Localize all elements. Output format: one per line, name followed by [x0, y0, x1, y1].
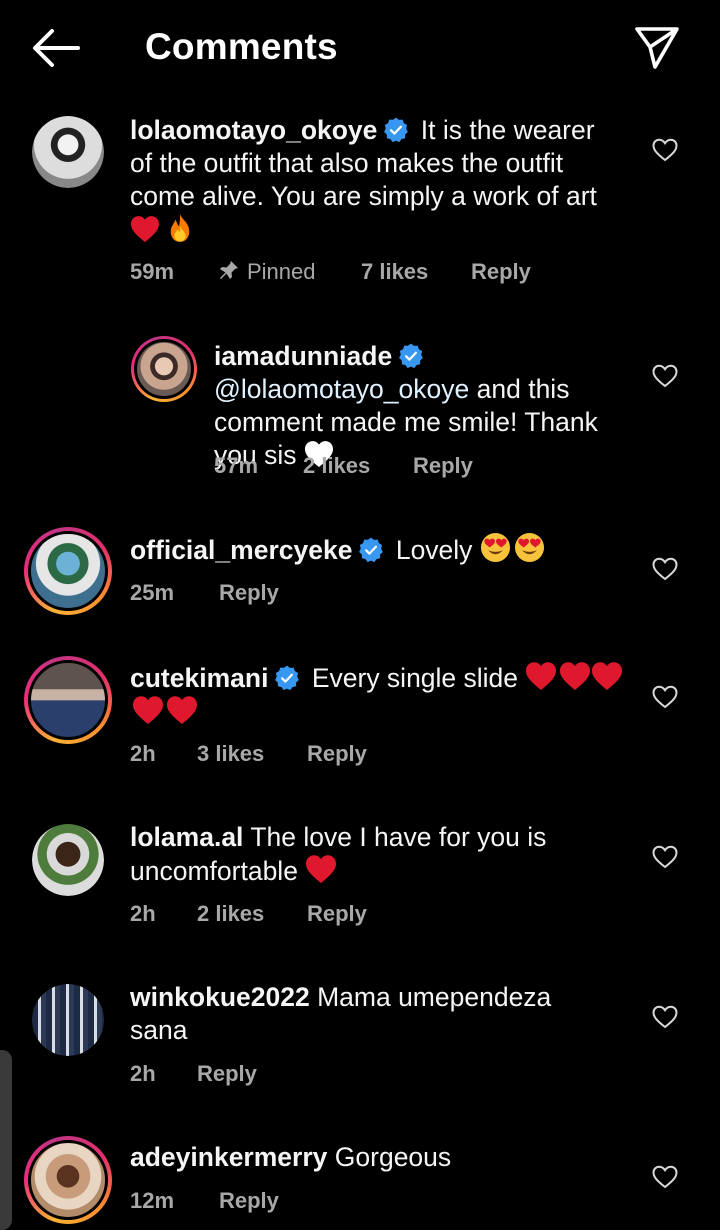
comment-username[interactable]: adeyinkermerry	[130, 1142, 327, 1172]
avatar[interactable]	[24, 1136, 112, 1224]
comment-item: adeyinkermerry Gorgeous 12m Reply	[0, 0, 720, 1224]
reply-button[interactable]: Reply	[219, 1188, 279, 1214]
comment-text: adeyinkermerry Gorgeous	[130, 1141, 610, 1174]
comment-body: Gorgeous	[334, 1142, 452, 1172]
scroll-edge	[0, 1050, 12, 1230]
comment-time: 12m	[130, 1188, 175, 1213]
comment-meta: 12m Reply	[130, 1188, 430, 1216]
heart-outline-icon[interactable]	[652, 1165, 678, 1189]
